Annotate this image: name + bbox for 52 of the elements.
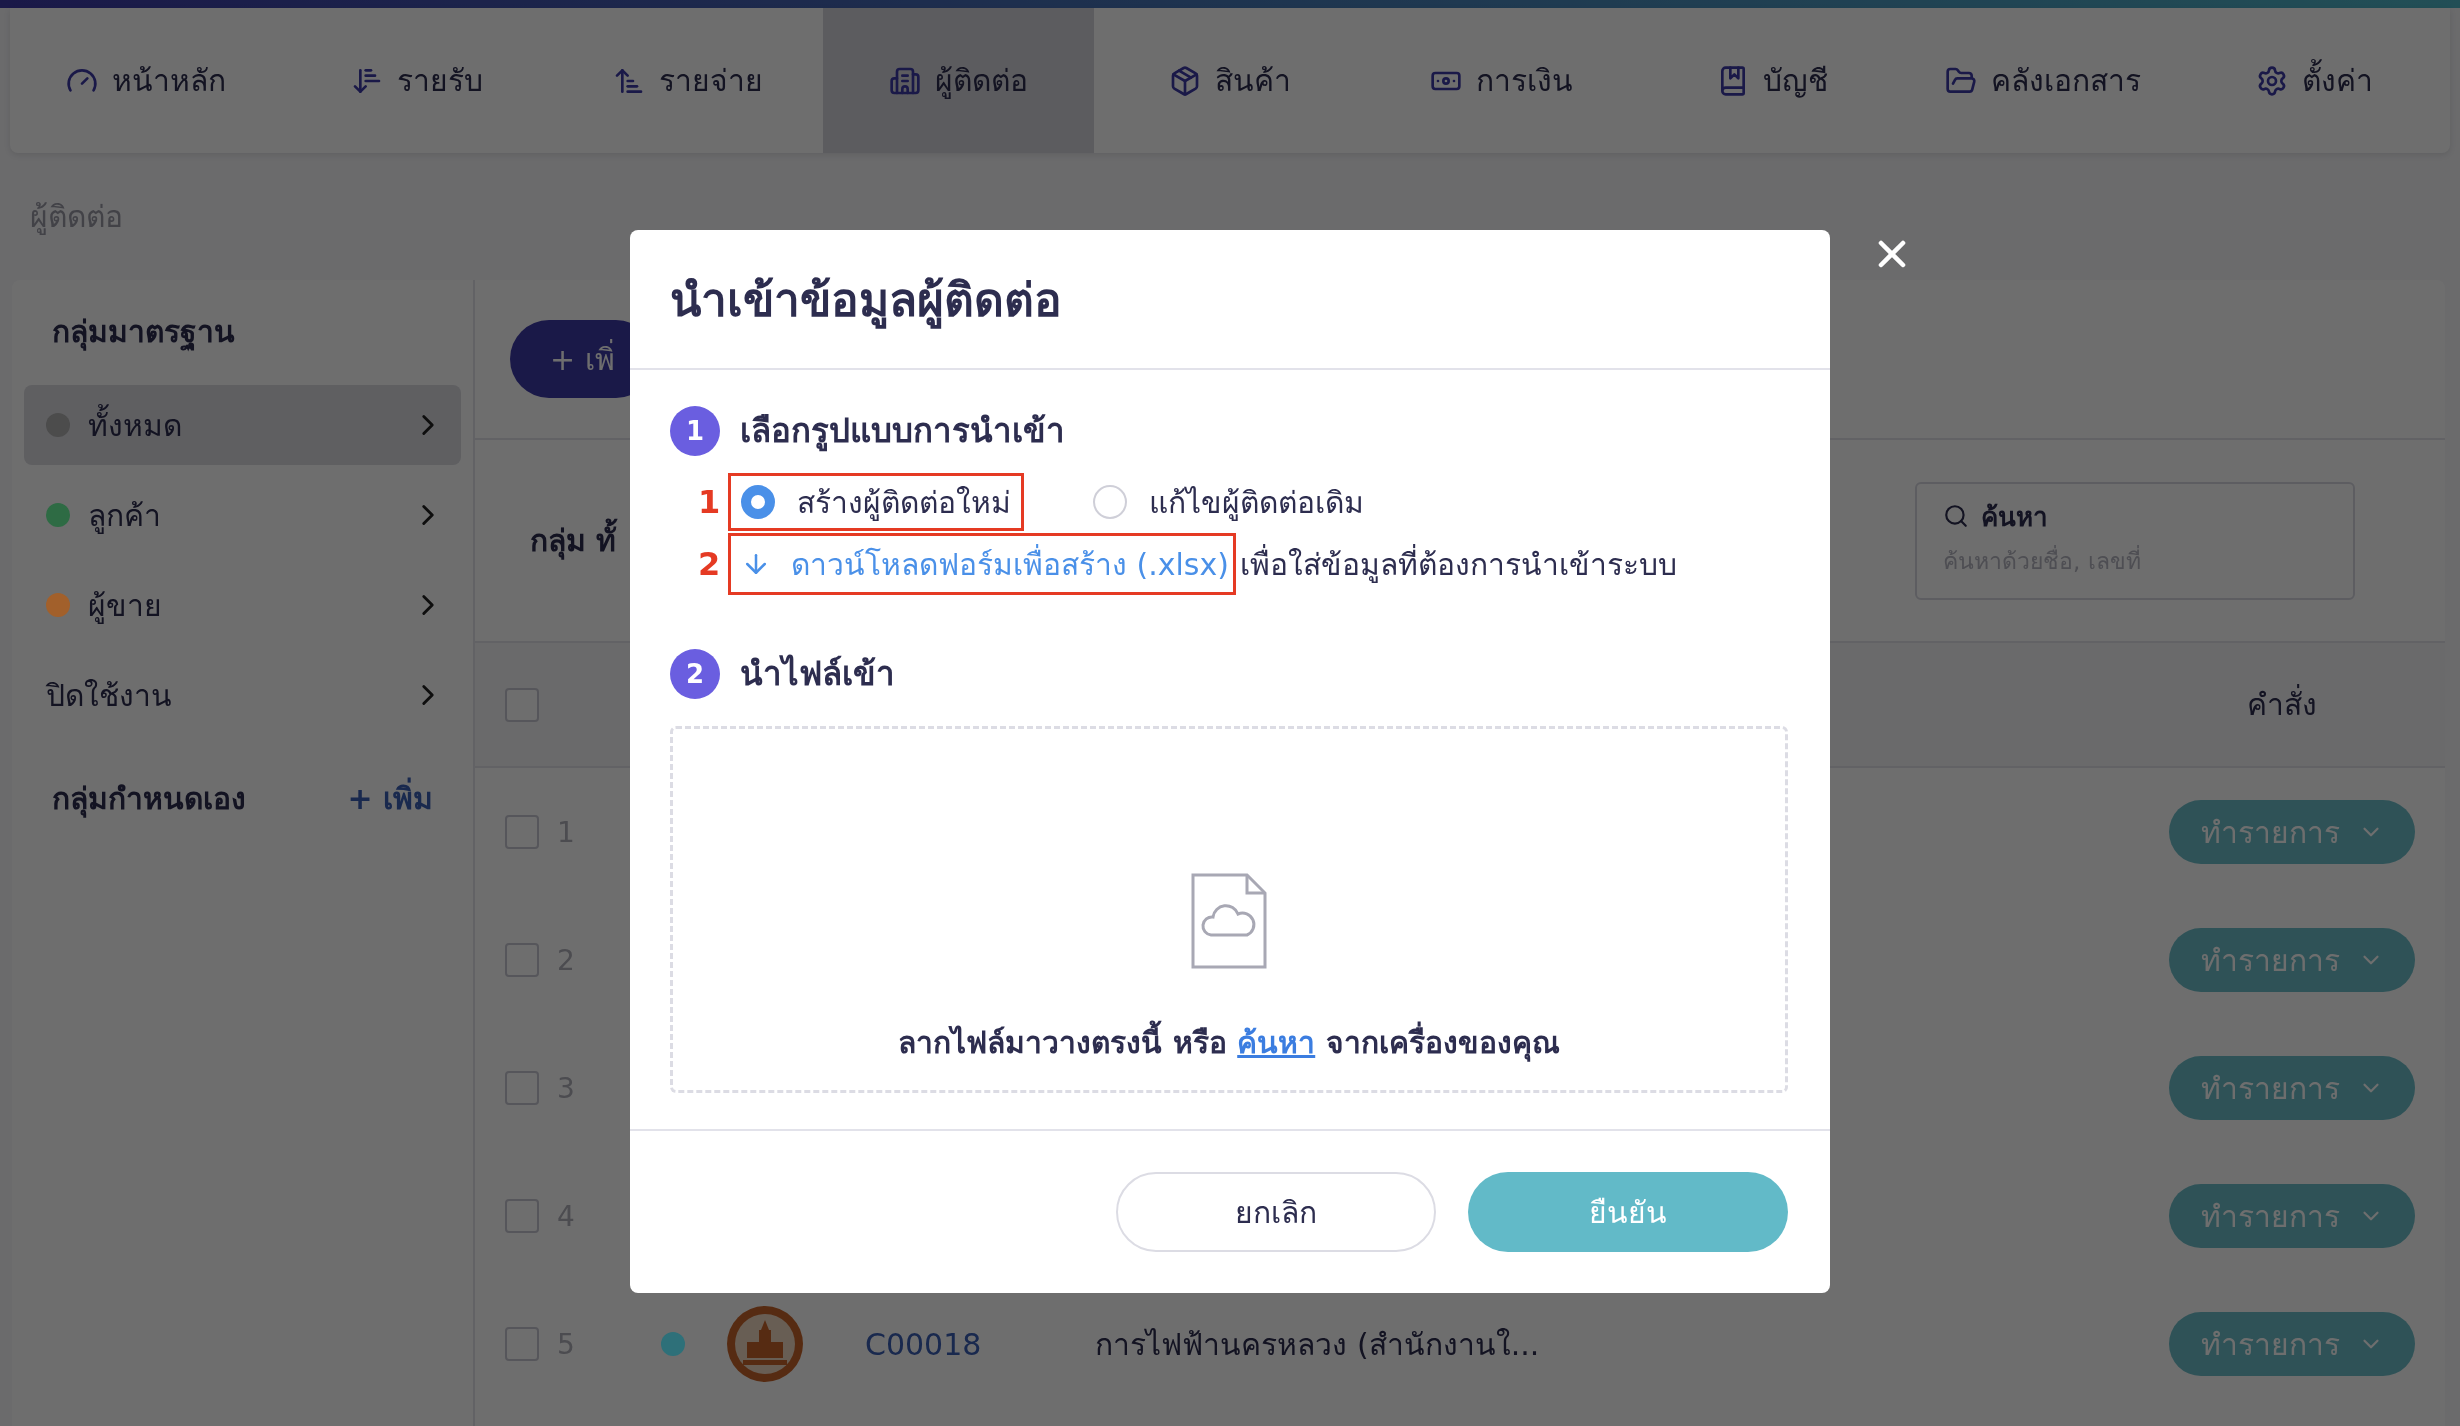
step-number: 2 [670, 648, 720, 699]
nav-tab[interactable]: ผู้ติดต่อ [823, 8, 1095, 153]
column-header: คำสั่ง [2247, 681, 2317, 728]
nav-tab[interactable]: หน้าหลัก [10, 8, 282, 153]
checkbox[interactable] [505, 815, 539, 849]
checkbox[interactable] [505, 687, 539, 722]
nav-tab[interactable]: คลังเอกสาร [1907, 8, 2179, 153]
sidebar-item-label: ปิดใช้งาน [46, 676, 173, 715]
group-heading: กลุ่มมาตรฐาน [52, 313, 235, 353]
contact-code-link[interactable]: C00018 [865, 1326, 982, 1362]
annotation-number: 1 [698, 483, 722, 521]
group-heading: กลุ่มกำหนดเอง [52, 780, 246, 820]
step-number: 1 [670, 405, 720, 456]
annotation-number: 2 [698, 545, 722, 583]
step-title: นำไฟล์เข้า [740, 653, 895, 695]
confirm-button[interactable]: ยืนยัน [1468, 1172, 1788, 1252]
checkbox[interactable] [505, 1327, 539, 1361]
nav-tab[interactable]: ตั้งค่า [2178, 8, 2450, 153]
download-note: เพื่อใส่ข้อมูลที่ต้องการนำเข้าระบบ [1239, 543, 1677, 585]
sidebar-item[interactable]: ปิดใช้งาน [24, 655, 461, 735]
add-group-link[interactable]: + เพิ่ม [347, 775, 433, 822]
checkbox[interactable] [505, 1071, 539, 1105]
search-icon [1943, 503, 1969, 529]
checkbox[interactable] [505, 943, 539, 977]
box-icon [1169, 64, 1201, 97]
nav-tab[interactable]: สินค้า [1094, 8, 1366, 153]
drop-instructions: ลากไฟล์มาวางตรงนี้ หรือ ค้นหา จากเครื่องของคุณ [898, 1019, 1560, 1066]
nav-tab[interactable]: การเงิน [1365, 8, 1637, 153]
download-link[interactable]: ดาวน์โหลดฟอร์มเพื่อสร้าง (.xlsx) [791, 540, 1229, 588]
nav-tab[interactable]: รายรับ [281, 8, 553, 153]
step-title: เลือกรูปแบบการนำเข้า [740, 410, 1065, 454]
radio-button[interactable] [1093, 485, 1127, 519]
nav-tab[interactable]: รายจ่าย [552, 8, 824, 153]
nav-tab[interactable]: บัญชี [1636, 8, 1908, 153]
radio-option[interactable]: สร้างผู้ติดต่อใหม่ [728, 473, 1024, 531]
radio-option[interactable]: แก้ไขผู้ติดต่อเดิม [1080, 473, 1377, 531]
search-label: ค้นหา [1981, 500, 2048, 534]
sidebar-item[interactable]: ทั้งหมด [24, 385, 461, 465]
contact-name: การไฟฟ้านครหลวง (สำนักงานใ... [1095, 1325, 1540, 1364]
browse-link[interactable]: ค้นหา [1237, 1025, 1316, 1060]
sidebar-item[interactable]: ผู้ขาย [24, 565, 461, 645]
sidebar-item-label: ผู้ขาย [88, 586, 163, 626]
group-filter-label: กลุ่ม ทั้ [530, 517, 617, 564]
sidebar-item[interactable]: ลูกค้า [24, 475, 461, 555]
radio-button[interactable] [741, 485, 775, 519]
sidebar-item-label: ทั้งหมด [88, 401, 393, 449]
checkbox[interactable] [505, 1199, 539, 1233]
file-drop-zone[interactable]: ลากไฟล์มาวางตรงนี้ หรือ ค้นหา จากเครื่องของคุณ [670, 726, 1788, 1093]
dialog-title: นำเข้าข้อมูลผู้ติดต่อ [670, 271, 1062, 331]
cancel-button[interactable]: ยกเลิก [1116, 1172, 1436, 1252]
sidebar-item-label: ลูกค้า [88, 496, 162, 536]
cloud-file-icon [1191, 873, 1267, 969]
